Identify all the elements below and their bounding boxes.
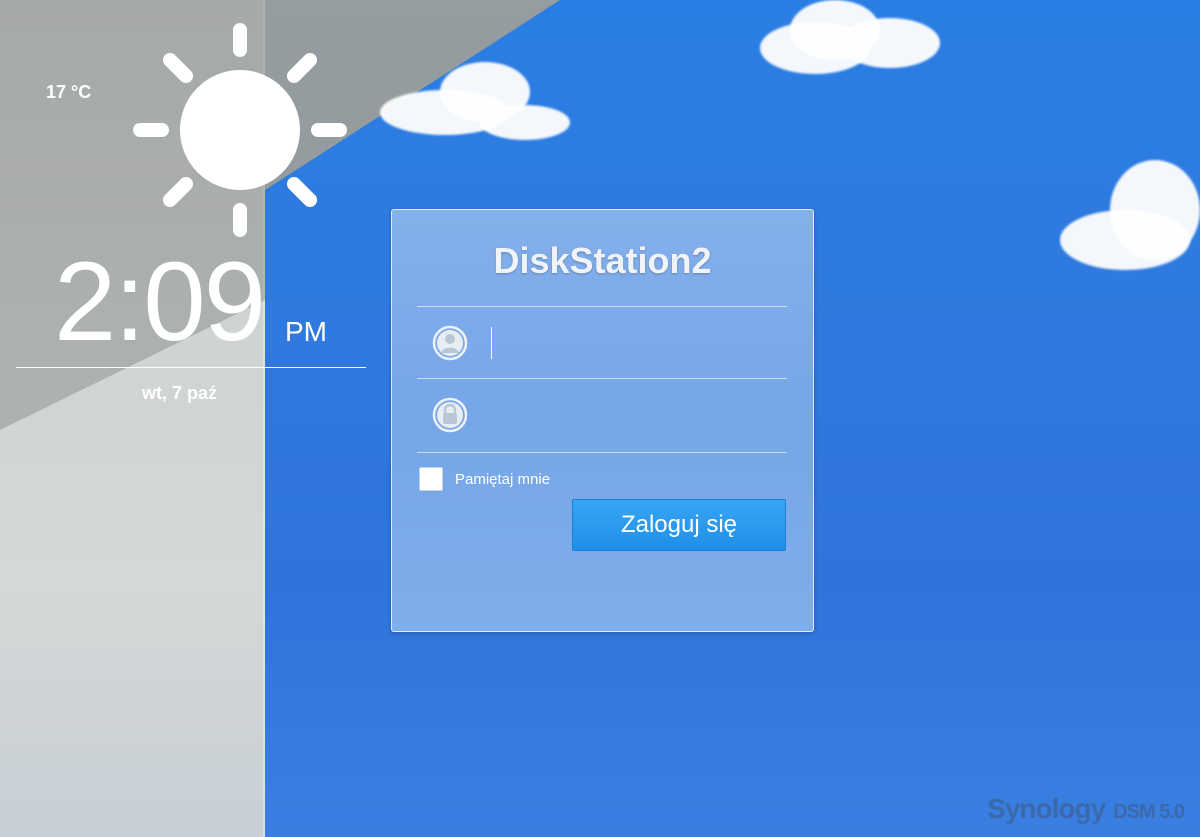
login-panel: DiskStation2 Pamiętaj mnie Zaloguj się	[391, 209, 814, 632]
divider	[417, 452, 787, 453]
clock-period: PM	[285, 316, 327, 347]
clock-date: wt, 7 paź	[142, 383, 218, 403]
login-title: DiskStation2	[493, 240, 712, 281]
username-input[interactable]	[489, 322, 783, 366]
password-row	[417, 380, 787, 450]
brand-logo: Synology DSM 5.0	[987, 793, 1185, 825]
lock-icon	[432, 397, 468, 433]
user-icon	[432, 325, 468, 361]
divider	[417, 378, 787, 379]
remember-me-checkbox[interactable]	[419, 467, 443, 491]
temperature: 17 °C	[46, 82, 92, 102]
sun-icon	[133, 23, 347, 237]
vendor-name: Synology	[987, 793, 1106, 824]
clock-divider	[16, 367, 366, 368]
login-button[interactable]: Zaloguj się	[572, 499, 786, 551]
password-input[interactable]	[489, 394, 783, 438]
remember-me-label[interactable]: Pamiętaj mnie	[455, 471, 550, 488]
clock-time: 2:09	[54, 239, 266, 364]
username-row	[417, 308, 787, 378]
divider	[417, 306, 787, 307]
product-name: DSM 5.0	[1113, 801, 1185, 823]
